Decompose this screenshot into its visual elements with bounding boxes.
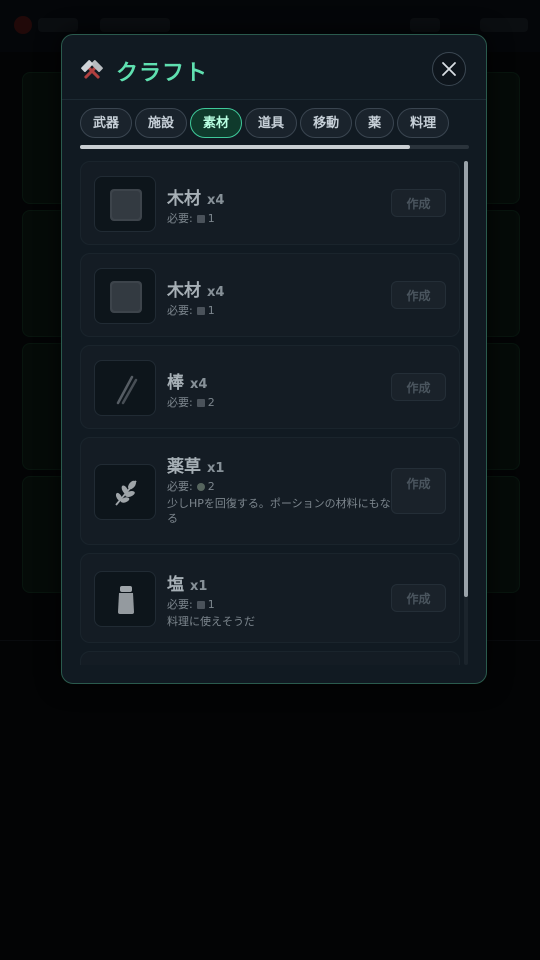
craft-modal: クラフト 武器 施設 素材 道具 移動薬料理 木材 x4 必要: 1 作成 木材 x4 xyxy=(61,34,487,684)
item-name: 塩 x1 xyxy=(167,575,208,595)
recipe-item: 塩 x1 必要: 1 料理に使えそうだ 作成 xyxy=(80,553,460,643)
recipe-item xyxy=(80,651,460,665)
crossed-hammers-icon xyxy=(80,59,104,83)
list-scrollbar[interactable] xyxy=(464,161,468,665)
material-icon xyxy=(196,215,205,223)
item-requirement: 必要: 1 xyxy=(167,304,215,317)
salt-shaker-icon xyxy=(94,571,156,627)
item-requirement: 必要: 2 xyxy=(167,396,215,409)
leaf-icon xyxy=(196,483,205,491)
tabs-scrollbar[interactable] xyxy=(80,145,469,149)
wood-icon xyxy=(196,399,205,407)
item-name: 木材 x4 xyxy=(167,281,225,301)
list-scrollbar-thumb[interactable] xyxy=(464,161,468,597)
close-icon xyxy=(442,62,456,76)
item-name: 薬草 x1 xyxy=(167,457,225,477)
tab-cooking[interactable]: 料理 xyxy=(397,108,450,138)
modal-title: クラフト xyxy=(116,61,209,86)
wood-block-icon xyxy=(94,268,156,324)
modal-header: クラフト xyxy=(62,35,486,100)
item-name: 棒 x4 xyxy=(167,373,208,393)
craft-button[interactable]: 作成 xyxy=(391,281,446,309)
item-description: 料理に使えそうだ xyxy=(167,615,255,628)
tab-weapons[interactable]: 武器 xyxy=(80,108,133,138)
tab-tools[interactable]: 道具 xyxy=(245,108,298,138)
tab-facilities[interactable]: 施設 xyxy=(135,108,188,138)
item-requirement: 必要: 1 xyxy=(167,598,215,611)
item-quantity: x1 xyxy=(190,579,208,594)
wood-block-icon xyxy=(94,176,156,232)
recipe-item: 木材 x4 必要: 1 作成 xyxy=(80,253,460,337)
recipe-item: 木材 x4 必要: 1 作成 xyxy=(80,161,460,245)
recipe-list: 木材 x4 必要: 1 作成 木材 x4 必要: 1 作成 棒 x4 必要: 2 作成 xyxy=(80,161,460,665)
tab-movement[interactable]: 移動 xyxy=(300,108,353,138)
recipe-item: 棒 x4 必要: 2 作成 xyxy=(80,345,460,429)
craft-button[interactable]: 作成 xyxy=(391,468,446,514)
sticks-icon xyxy=(94,360,156,416)
item-quantity: x4 xyxy=(207,285,225,300)
item-requirement: 必要: 1 xyxy=(167,212,215,225)
category-tabs: 武器 施設 素材 道具 移動薬料理 xyxy=(80,108,468,140)
craft-button[interactable]: 作成 xyxy=(391,584,446,612)
tabs-scrollbar-thumb[interactable] xyxy=(80,145,410,149)
close-button[interactable] xyxy=(432,52,466,86)
item-requirement: 必要: 2 xyxy=(167,480,215,493)
item-quantity: x4 xyxy=(207,193,225,208)
herb-icon xyxy=(94,464,156,520)
recipe-item: 薬草 x1 必要: 2 少しHPを回復する。ポーションの材料にもなる 作成 xyxy=(80,437,460,545)
craft-button[interactable]: 作成 xyxy=(391,373,446,401)
item-quantity: x1 xyxy=(207,461,225,476)
tab-medicine[interactable]: 薬 xyxy=(355,108,395,138)
material-icon xyxy=(196,307,205,315)
item-quantity: x4 xyxy=(190,377,208,392)
material-icon xyxy=(196,601,205,609)
tab-materials[interactable]: 素材 xyxy=(190,108,243,138)
item-name: 木材 x4 xyxy=(167,189,225,209)
item-description: 少しHPを回復する。ポーションの材料にもなる xyxy=(167,497,391,525)
craft-button[interactable]: 作成 xyxy=(391,189,446,217)
